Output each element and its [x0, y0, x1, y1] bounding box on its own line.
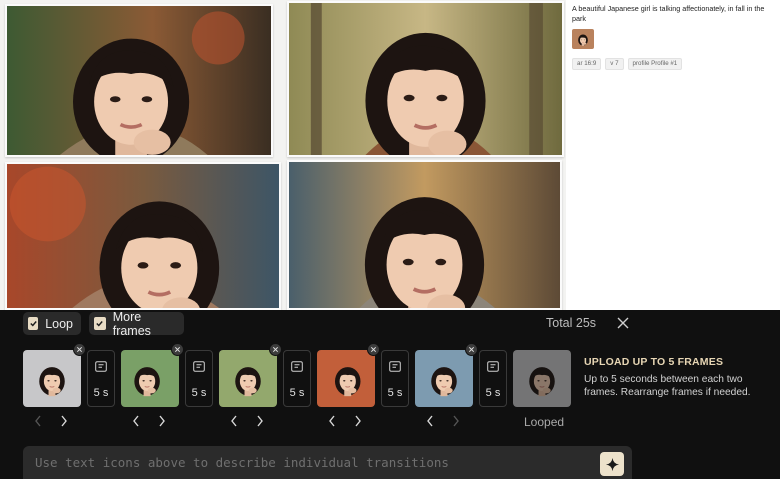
chevron-right-icon[interactable] [353, 414, 363, 428]
more-frames-toggle[interactable]: More frames [89, 309, 184, 338]
sparkle-icon [605, 457, 619, 471]
transition-slot-2[interactable]: 5 s [185, 350, 213, 407]
video-frames-panel: Loop More frames Total 25s 5 s 5 s 5 s 5… [0, 310, 780, 479]
tag-version[interactable]: v 7 [605, 58, 624, 70]
chevron-right-icon [453, 415, 459, 427]
x-icon [468, 346, 475, 353]
loop-label: Loop [45, 316, 73, 331]
frame-thumbnail-4[interactable] [317, 350, 375, 407]
transition-duration: 5 s [485, 387, 501, 399]
upload-description: Up to 5 seconds between each two frames.… [584, 374, 751, 398]
x-icon [76, 346, 83, 353]
transition-slot-4[interactable]: 5 s [381, 350, 409, 407]
transition-slot-3[interactable]: 5 s [283, 350, 311, 407]
tag-aspect-ratio[interactable]: ar 16:9 [572, 58, 602, 70]
looped-label: Looped [524, 415, 565, 429]
transition-duration: 5 s [387, 387, 403, 399]
text-transition-icon [193, 361, 205, 372]
text-transition-icon [389, 361, 401, 372]
more-frames-label: More frames [112, 309, 151, 338]
x-icon [174, 346, 181, 353]
chevron-left-icon[interactable] [131, 414, 141, 428]
gallery-image-4[interactable] [287, 160, 562, 310]
remove-frame-3-button[interactable] [269, 343, 282, 356]
x-icon [370, 346, 377, 353]
reference-thumbnail[interactable] [572, 29, 594, 49]
prompt-text: A beautiful Japanese girl is talking aff… [572, 4, 765, 23]
frame-thumbnail-5[interactable] [415, 350, 473, 407]
app-root: A beautiful Japanese girl is talking aff… [0, 0, 780, 479]
chevron-left-icon[interactable] [327, 414, 337, 428]
x-icon [272, 346, 279, 353]
chevron-right-icon[interactable] [255, 414, 265, 428]
transition-prompt-box [23, 446, 632, 479]
remove-frame-2-button[interactable] [171, 343, 184, 356]
remove-frame-5-button[interactable] [465, 343, 478, 356]
looped-frame-thumbnail [513, 350, 571, 407]
check-icon [28, 317, 39, 330]
transition-duration: 5 s [289, 387, 305, 399]
frame-thumbnail-1[interactable] [23, 350, 81, 407]
image-gallery [0, 0, 566, 310]
transition-duration: 5 s [93, 387, 109, 399]
loop-toggle[interactable]: Loop [23, 312, 81, 335]
chevron-left-icon [35, 415, 41, 427]
upload-title: UPLOAD UP TO 5 FRAMES [584, 356, 724, 368]
frame-thumbnail-2[interactable] [121, 350, 179, 407]
frame-thumbnail-3[interactable] [219, 350, 277, 407]
total-duration: Total 25s [546, 316, 597, 330]
chevron-right-icon[interactable] [59, 414, 69, 428]
close-icon[interactable] [615, 315, 631, 331]
tag-profile[interactable]: profile Profile #1 [627, 58, 683, 70]
chevron-right-icon[interactable] [157, 414, 167, 428]
remove-frame-4-button[interactable] [367, 343, 380, 356]
transition-duration: 5 s [191, 387, 207, 399]
gallery-image-2[interactable] [287, 1, 564, 157]
transition-prompt-input[interactable] [35, 455, 595, 470]
check-icon [94, 317, 106, 330]
text-transition-icon [487, 361, 499, 372]
transition-slot-1[interactable]: 5 s [87, 350, 115, 407]
remove-frame-1-button[interactable] [73, 343, 86, 356]
chevron-left-icon[interactable] [229, 414, 239, 428]
prompt-info-panel: A beautiful Japanese girl is talking aff… [566, 0, 780, 310]
text-transition-icon [291, 361, 303, 372]
text-transition-icon [95, 361, 107, 372]
chevron-left-icon[interactable] [425, 414, 435, 428]
transition-slot-5[interactable]: 5 s [479, 350, 507, 407]
param-tags: ar 16:9 v 7 profile Profile #1 [572, 58, 683, 70]
submit-button[interactable] [600, 452, 624, 476]
gallery-image-3[interactable] [5, 162, 281, 310]
gallery-image-1[interactable] [5, 4, 273, 157]
